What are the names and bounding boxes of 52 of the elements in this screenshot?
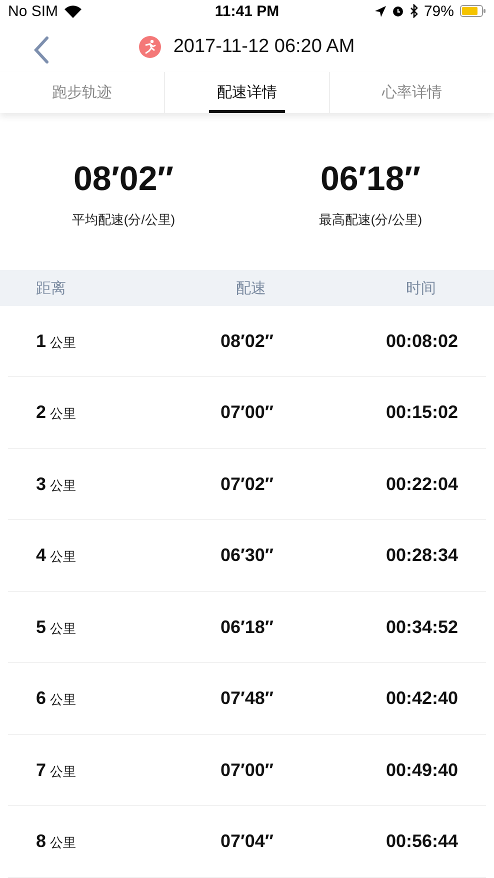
split-pace: 07′00″ — [220, 402, 274, 424]
runner-icon — [139, 36, 162, 58]
split-time: 00:56:44 — [384, 831, 458, 852]
split-time: 00:42:40 — [384, 688, 458, 710]
distance-value: 3 — [36, 474, 46, 495]
tab[interactable]: 跑步轨迹 — [0, 72, 164, 113]
split-pace: 07′04″ — [220, 831, 274, 852]
carrier-label: No SIM — [8, 2, 58, 20]
column-header: 时间 — [404, 278, 437, 298]
split-pace: 06′18″ — [220, 616, 274, 638]
distance-unit: 公里 — [50, 405, 76, 424]
distance-unit: 公里 — [50, 476, 76, 495]
distance-unit: 公里 — [50, 762, 76, 781]
tab[interactable]: 配速详情 — [164, 72, 329, 113]
distance-unit: 公里 — [50, 834, 76, 852]
pace-label: 最高配速(分/公里) — [318, 211, 422, 230]
split-pace: 06′30″ — [220, 545, 274, 566]
split-pace: 07′00″ — [220, 760, 274, 781]
column-header: 距离 — [36, 278, 67, 298]
pace-label: 平均配速(分/公里) — [72, 211, 176, 230]
split-time: 00:15:02 — [384, 402, 458, 424]
split-time: 00:22:04 — [384, 474, 458, 495]
location-arrow-icon — [374, 6, 386, 17]
split-pace: 07′48″ — [220, 688, 274, 710]
workout-title: 2017-11-12 06:20 AM — [173, 36, 355, 58]
bluetooth-icon — [410, 4, 418, 18]
wifi-icon — [64, 4, 82, 18]
distance-unit: 公里 — [50, 548, 76, 566]
pace-value: 06′18″ — [320, 160, 421, 200]
clock-time: 11:41 PM — [214, 2, 280, 20]
distance-value: 2 — [36, 402, 46, 424]
battery-percentage: 79% — [424, 2, 454, 20]
tab[interactable]: 心率详情 — [329, 72, 494, 113]
distance-unit: 公里 — [50, 620, 76, 638]
split-time: 00:34:52 — [384, 616, 458, 638]
column-header: 配速 — [234, 278, 267, 298]
distance-value: 8 — [36, 831, 46, 852]
distance-unit: 公里 — [50, 334, 76, 352]
battery-icon — [460, 5, 486, 18]
pace-value: 08′02″ — [73, 160, 174, 200]
split-time: 00:49:40 — [384, 760, 458, 781]
alarm-clock-icon — [392, 5, 404, 18]
distance-unit: 公里 — [50, 691, 76, 710]
distance-value: 5 — [36, 616, 46, 638]
split-time: 00:08:02 — [384, 330, 458, 352]
distance-value: 7 — [36, 760, 46, 781]
distance-value: 6 — [36, 688, 46, 710]
distance-value: 1 — [36, 330, 46, 352]
distance-value: 4 — [36, 545, 46, 566]
split-pace: 07′02″ — [220, 474, 274, 495]
split-pace: 08′02″ — [220, 330, 274, 352]
split-time: 00:28:34 — [384, 545, 458, 566]
